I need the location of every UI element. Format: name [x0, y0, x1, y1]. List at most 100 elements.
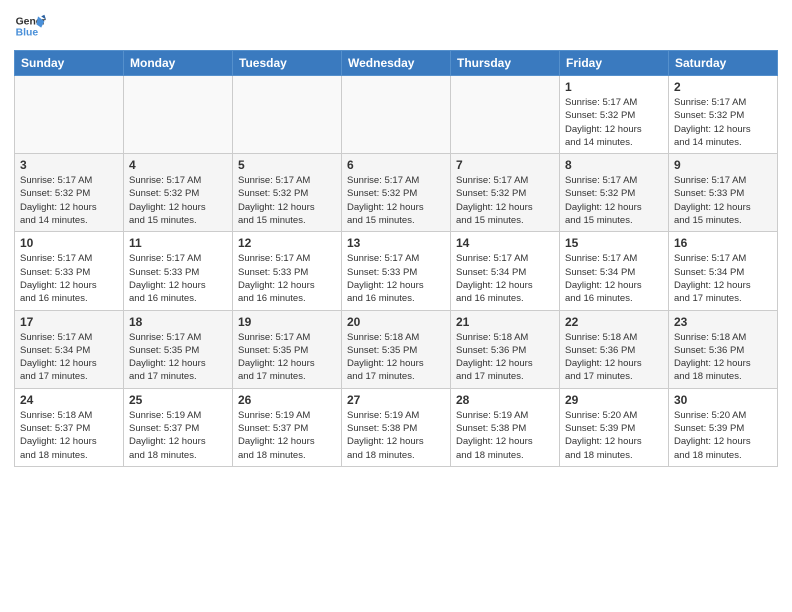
- weekday-header-friday: Friday: [560, 51, 669, 76]
- day-number: 2: [674, 80, 772, 94]
- day-cell: [451, 76, 560, 154]
- day-number: 6: [347, 158, 445, 172]
- day-number: 23: [674, 315, 772, 329]
- calendar: SundayMondayTuesdayWednesdayThursdayFrid…: [14, 50, 778, 467]
- day-cell: 9 Sunrise: 5:17 AMSunset: 5:33 PMDaylight…: [669, 154, 778, 232]
- day-info: Sunrise: 5:18 AMSunset: 5:37 PMDaylight:…: [20, 409, 118, 462]
- day-number: 12: [238, 236, 336, 250]
- day-cell: 17 Sunrise: 5:17 AMSunset: 5:34 PMDayligh…: [15, 310, 124, 388]
- page: General Blue SundayMondayTuesdayWednesda…: [0, 0, 792, 481]
- day-number: 24: [20, 393, 118, 407]
- day-number: 30: [674, 393, 772, 407]
- day-number: 8: [565, 158, 663, 172]
- day-info: Sunrise: 5:17 AMSunset: 5:33 PMDaylight:…: [238, 252, 336, 305]
- day-cell: [124, 76, 233, 154]
- day-cell: [15, 76, 124, 154]
- day-info: Sunrise: 5:18 AMSunset: 5:36 PMDaylight:…: [565, 331, 663, 384]
- day-cell: 30Sunrise: 5:20 AMSunset: 5:39 PMDayligh…: [669, 388, 778, 466]
- day-info: Sunrise: 5:17 AMSunset: 5:32 PMDaylight:…: [129, 174, 227, 227]
- day-cell: 7Sunrise: 5:17 AMSunset: 5:32 PMDaylight…: [451, 154, 560, 232]
- day-number: 29: [565, 393, 663, 407]
- day-number: 1: [565, 80, 663, 94]
- day-cell: 4 Sunrise: 5:17 AMSunset: 5:32 PMDaylight…: [124, 154, 233, 232]
- day-cell: 19 Sunrise: 5:17 AMSunset: 5:35 PMDayligh…: [233, 310, 342, 388]
- weekday-header-sunday: Sunday: [15, 51, 124, 76]
- day-number: 20: [347, 315, 445, 329]
- day-info: Sunrise: 5:17 AMSunset: 5:33 PMDaylight:…: [20, 252, 118, 305]
- day-cell: 10 Sunrise: 5:17 AMSunset: 5:33 PMDayligh…: [15, 232, 124, 310]
- weekday-header-row: SundayMondayTuesdayWednesdayThursdayFrid…: [15, 51, 778, 76]
- day-cell: [233, 76, 342, 154]
- weekday-header-monday: Monday: [124, 51, 233, 76]
- day-cell: 18 Sunrise: 5:17 AMSunset: 5:35 PMDayligh…: [124, 310, 233, 388]
- day-number: 9: [674, 158, 772, 172]
- svg-text:Blue: Blue: [16, 28, 39, 39]
- day-number: 17: [20, 315, 118, 329]
- day-number: 13: [347, 236, 445, 250]
- day-number: 11: [129, 236, 227, 250]
- day-cell: 16 Sunrise: 5:17 AMSunset: 5:34 PMDayligh…: [669, 232, 778, 310]
- week-row-3: 10 Sunrise: 5:17 AMSunset: 5:33 PMDayligh…: [15, 232, 778, 310]
- day-info: Sunrise: 5:19 AMSunset: 5:38 PMDaylight:…: [347, 409, 445, 462]
- day-info: Sunrise: 5:17 AMSunset: 5:32 PMDaylight:…: [456, 174, 554, 227]
- day-number: 26: [238, 393, 336, 407]
- day-info: Sunrise: 5:17 AMSunset: 5:32 PMDaylight:…: [347, 174, 445, 227]
- day-number: 16: [674, 236, 772, 250]
- day-cell: 14Sunrise: 5:17 AMSunset: 5:34 PMDayligh…: [451, 232, 560, 310]
- day-cell: 22 Sunrise: 5:18 AMSunset: 5:36 PMDayligh…: [560, 310, 669, 388]
- day-cell: 24 Sunrise: 5:18 AMSunset: 5:37 PMDayligh…: [15, 388, 124, 466]
- day-info: Sunrise: 5:17 AMSunset: 5:32 PMDaylight:…: [238, 174, 336, 227]
- day-number: 3: [20, 158, 118, 172]
- day-info: Sunrise: 5:19 AMSunset: 5:38 PMDaylight:…: [456, 409, 554, 462]
- day-info: Sunrise: 5:17 AMSunset: 5:33 PMDaylight:…: [674, 174, 772, 227]
- day-number: 28: [456, 393, 554, 407]
- day-info: Sunrise: 5:17 AMSunset: 5:34 PMDaylight:…: [20, 331, 118, 384]
- day-info: Sunrise: 5:18 AMSunset: 5:36 PMDaylight:…: [456, 331, 554, 384]
- day-cell: 12 Sunrise: 5:17 AMSunset: 5:33 PMDayligh…: [233, 232, 342, 310]
- day-info: Sunrise: 5:17 AMSunset: 5:32 PMDaylight:…: [565, 174, 663, 227]
- week-row-4: 17 Sunrise: 5:17 AMSunset: 5:34 PMDayligh…: [15, 310, 778, 388]
- day-info: Sunrise: 5:17 AMSunset: 5:34 PMDaylight:…: [674, 252, 772, 305]
- day-info: Sunrise: 5:17 AMSunset: 5:35 PMDaylight:…: [238, 331, 336, 384]
- day-info: Sunrise: 5:17 AMSunset: 5:32 PMDaylight:…: [674, 96, 772, 149]
- week-row-5: 24 Sunrise: 5:18 AMSunset: 5:37 PMDayligh…: [15, 388, 778, 466]
- logo: General Blue: [14, 10, 50, 42]
- day-cell: 23Sunrise: 5:18 AMSunset: 5:36 PMDayligh…: [669, 310, 778, 388]
- logo-icon: General Blue: [14, 10, 46, 42]
- day-number: 22: [565, 315, 663, 329]
- day-number: 21: [456, 315, 554, 329]
- day-number: 10: [20, 236, 118, 250]
- day-cell: 2 Sunrise: 5:17 AMSunset: 5:32 PMDaylight…: [669, 76, 778, 154]
- day-info: Sunrise: 5:17 AMSunset: 5:33 PMDaylight:…: [347, 252, 445, 305]
- day-number: 25: [129, 393, 227, 407]
- day-number: 4: [129, 158, 227, 172]
- weekday-header-tuesday: Tuesday: [233, 51, 342, 76]
- day-cell: 13 Sunrise: 5:17 AMSunset: 5:33 PMDayligh…: [342, 232, 451, 310]
- day-info: Sunrise: 5:17 AMSunset: 5:34 PMDaylight:…: [565, 252, 663, 305]
- day-cell: 15Sunrise: 5:17 AMSunset: 5:34 PMDayligh…: [560, 232, 669, 310]
- day-number: 27: [347, 393, 445, 407]
- day-cell: 11 Sunrise: 5:17 AMSunset: 5:33 PMDayligh…: [124, 232, 233, 310]
- day-number: 19: [238, 315, 336, 329]
- day-info: Sunrise: 5:17 AMSunset: 5:34 PMDaylight:…: [456, 252, 554, 305]
- day-cell: 5 Sunrise: 5:17 AMSunset: 5:32 PMDaylight…: [233, 154, 342, 232]
- day-cell: 25Sunrise: 5:19 AMSunset: 5:37 PMDayligh…: [124, 388, 233, 466]
- day-cell: [342, 76, 451, 154]
- weekday-header-wednesday: Wednesday: [342, 51, 451, 76]
- day-cell: 8 Sunrise: 5:17 AMSunset: 5:32 PMDaylight…: [560, 154, 669, 232]
- week-row-2: 3 Sunrise: 5:17 AMSunset: 5:32 PMDaylight…: [15, 154, 778, 232]
- day-info: Sunrise: 5:19 AMSunset: 5:37 PMDaylight:…: [238, 409, 336, 462]
- day-cell: 29 Sunrise: 5:20 AMSunset: 5:39 PMDayligh…: [560, 388, 669, 466]
- day-cell: 21 Sunrise: 5:18 AMSunset: 5:36 PMDayligh…: [451, 310, 560, 388]
- day-info: Sunrise: 5:20 AMSunset: 5:39 PMDaylight:…: [565, 409, 663, 462]
- day-number: 18: [129, 315, 227, 329]
- day-info: Sunrise: 5:17 AMSunset: 5:32 PMDaylight:…: [565, 96, 663, 149]
- day-info: Sunrise: 5:17 AMSunset: 5:35 PMDaylight:…: [129, 331, 227, 384]
- day-number: 5: [238, 158, 336, 172]
- day-info: Sunrise: 5:17 AMSunset: 5:33 PMDaylight:…: [129, 252, 227, 305]
- header: General Blue: [14, 10, 778, 42]
- week-row-1: 1 Sunrise: 5:17 AMSunset: 5:32 PMDaylight…: [15, 76, 778, 154]
- day-cell: 20Sunrise: 5:18 AMSunset: 5:35 PMDayligh…: [342, 310, 451, 388]
- day-info: Sunrise: 5:17 AMSunset: 5:32 PMDaylight:…: [20, 174, 118, 227]
- weekday-header-saturday: Saturday: [669, 51, 778, 76]
